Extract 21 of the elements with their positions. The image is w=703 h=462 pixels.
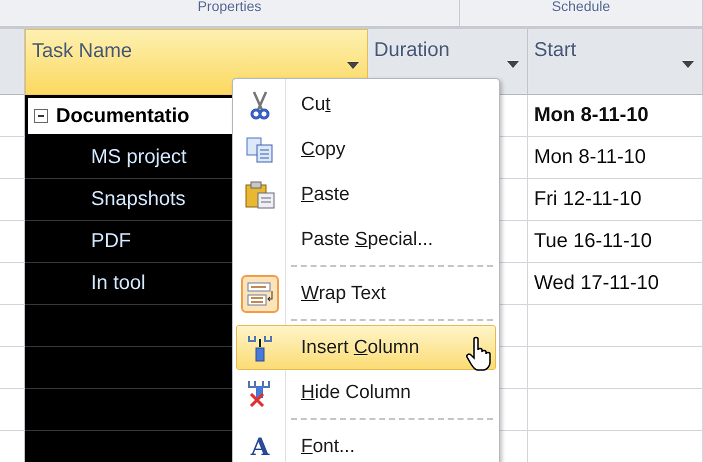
start-cell: Wed 17-11-10	[528, 263, 703, 305]
column-header[interactable]: Start	[528, 29, 703, 95]
clipboard-icon	[244, 180, 276, 210]
dropdown-arrow-icon[interactable]	[507, 61, 519, 69]
menu-item[interactable]: Hide Column	[236, 370, 496, 415]
font-icon: A	[250, 432, 270, 461]
start-cell: Fri 12-11-10	[528, 179, 703, 221]
start-cell: Mon 8-11-10	[528, 137, 703, 179]
start-cell: Tue 16-11-10	[528, 221, 703, 263]
column-header[interactable]: Task Name	[25, 29, 368, 95]
start-cell: Mon 8-11-10	[528, 95, 703, 137]
collapse-icon[interactable]	[34, 109, 48, 123]
menu-item[interactable]: A Font...	[236, 424, 496, 462]
wrap-text-icon	[243, 276, 277, 310]
dropdown-arrow-icon[interactable]	[347, 62, 359, 70]
copy-icon	[245, 136, 275, 164]
menu-item[interactable]: Insert Column	[236, 325, 496, 370]
group-header: Properties	[0, 0, 460, 26]
group-header: Schedule	[460, 0, 703, 26]
dropdown-arrow-icon[interactable]	[682, 61, 694, 69]
scissors-icon	[249, 90, 271, 120]
